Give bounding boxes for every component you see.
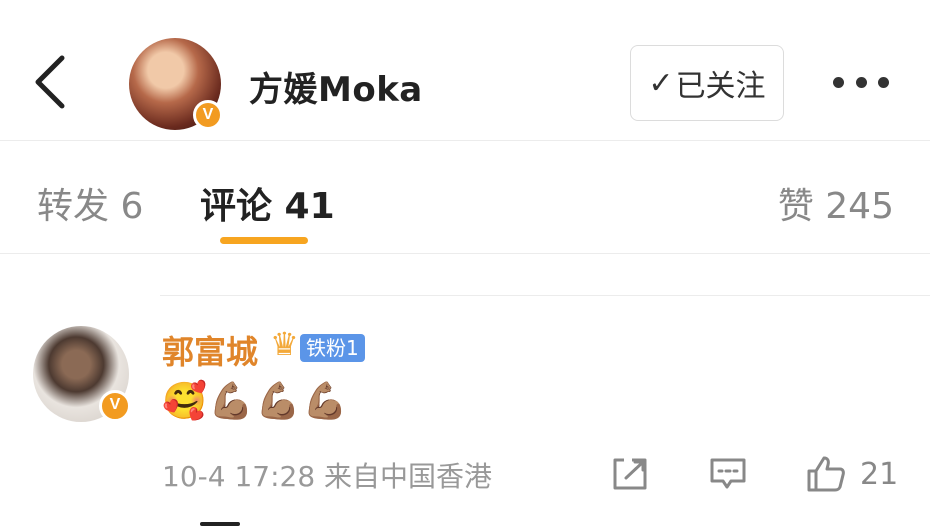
thumbs-up-icon [807,456,845,492]
comment-avatar[interactable]: V [33,326,131,422]
verified-badge-icon: V [193,100,223,130]
more-dot-icon [855,76,867,88]
reply-button[interactable] [709,456,747,492]
more-dot-icon [878,76,889,88]
comment-text: 🥰💪🏽💪🏽💪🏽 [162,381,350,422]
like-button[interactable]: 21 [806,456,898,492]
top-bar: V 方媛Moka ✓ 已关注 [0,0,930,141]
comment-timestamp: 10-4 17:28 [162,460,316,493]
author-avatar[interactable]: V [129,38,223,130]
tab-like[interactable]: 赞 245 [778,177,894,229]
tab-repost[interactable]: 转发 6 [37,177,143,229]
chevron-left-icon [35,55,65,109]
active-tab-indicator [220,237,308,244]
share-icon [613,458,647,490]
comment-icon [710,458,746,489]
check-icon: ✓ [648,65,674,101]
divider [160,295,930,296]
comment-source: 来自中国香港 [324,460,493,493]
fan-badge[interactable]: 铁粉1 [300,334,365,362]
follow-button[interactable]: ✓ 已关注 [630,45,784,121]
comment-author[interactable]: 郭富城 [162,327,258,373]
more-dot-icon [833,76,844,88]
like-count: 21 [860,456,899,492]
next-comment-preview [200,514,380,528]
comment-meta: 10-4 17:28 来自中国香港 [162,455,492,495]
crown-icon: ♛ [270,325,299,363]
tab-comment[interactable]: 评论 41 [200,177,335,229]
verified-badge-icon: V [99,390,131,422]
tab-bar: 转发 6 评论 41 赞 245 [0,141,930,254]
author-username[interactable]: 方媛Moka [249,62,423,111]
back-button[interactable] [30,52,74,112]
follow-button-label: 已关注 [675,69,766,104]
share-button[interactable] [612,456,648,492]
more-button[interactable] [833,70,889,94]
